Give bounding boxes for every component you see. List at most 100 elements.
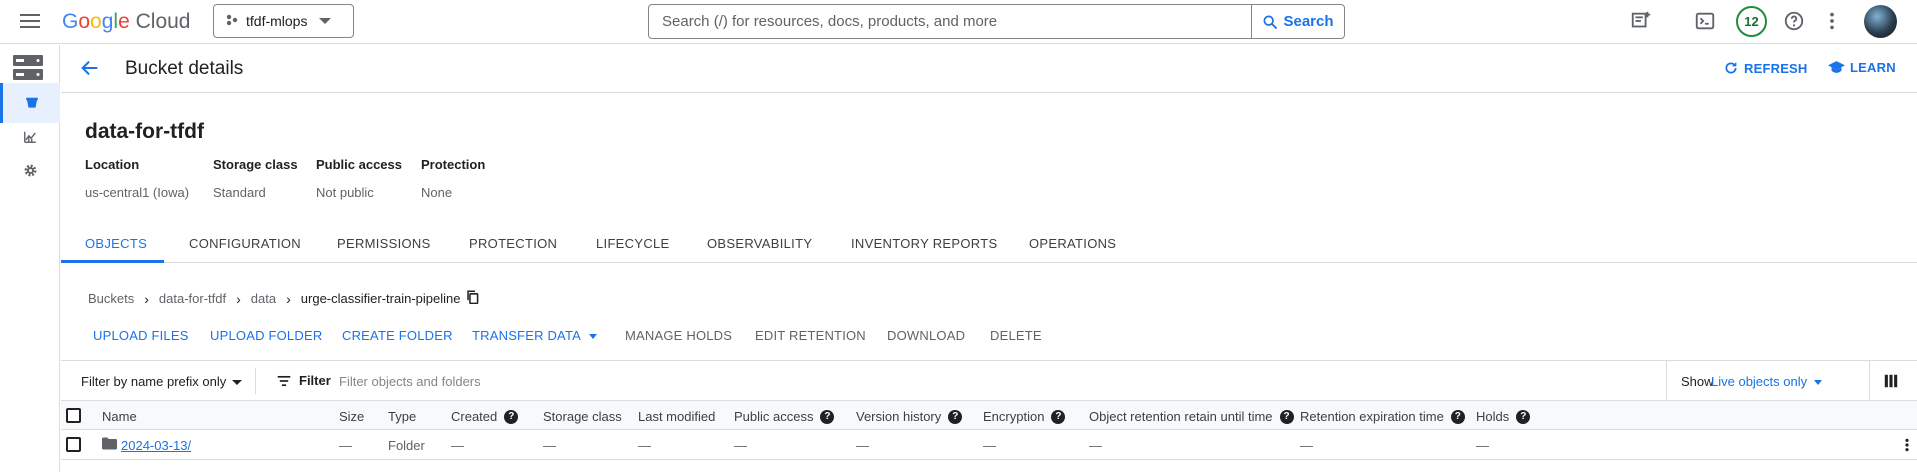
filter-icon [277,375,291,386]
row-more-vert-icon[interactable] [1899,437,1915,456]
back-arrow-icon[interactable] [79,57,101,82]
breadcrumb-item[interactable]: data-for-tfdf [159,291,226,306]
delete-button[interactable]: DELETE [990,328,1042,343]
col-encryption-label: Encryption [983,409,1045,424]
project-picker[interactable]: tfdf-mlops [213,4,354,38]
chart-icon [24,131,36,143]
cell-object-retention: — [1089,438,1102,453]
col-public-access[interactable]: Public access? [734,409,835,424]
filter-bar: Filter by name prefix only Filter Show L… [61,360,1917,401]
edit-retention-button[interactable]: EDIT RETENTION [755,328,866,343]
learn-button[interactable]: LEARN [1828,60,1896,75]
left-rail [0,45,60,472]
more-vert-icon[interactable] [1821,10,1845,34]
col-name[interactable]: Name [102,409,137,424]
download-button[interactable]: DOWNLOAD [887,328,965,343]
upload-folder-button[interactable]: UPLOAD FOLDER [210,328,322,343]
col-holds[interactable]: Holds? [1476,409,1531,424]
show-value: Live objects only [1711,374,1808,389]
col-version-history-label: Version history [856,409,942,424]
meta-value: Not public [316,185,374,200]
transfer-data-label: TRANSFER DATA [472,328,582,343]
breadcrumb-current: urge-classifier-train-pipeline [300,291,461,306]
help-icon[interactable]: ? [948,409,963,424]
meta-value: Standard [213,185,266,200]
help-icon[interactable]: ? [1450,409,1465,424]
storage-product-icon[interactable] [13,55,43,81]
breadcrumb-item[interactable]: data [251,291,276,306]
tab-operations[interactable]: OPERATIONS [1029,236,1116,251]
meta-label: Public access [316,157,402,172]
filter-button[interactable]: Filter [277,373,331,388]
cloud-shell-icon[interactable] [1694,10,1718,34]
tab-bar: OBJECTS CONFIGURATION PERMISSIONS PROTEC… [61,230,1917,263]
col-object-retention[interactable]: Object retention retain until time? [1089,409,1294,424]
folder-link[interactable]: 2024-03-13/ [121,438,191,453]
upload-files-button[interactable]: UPLOAD FILES [93,328,189,343]
meta-label: Protection [421,157,486,172]
tab-observability[interactable]: OBSERVABILITY [707,236,812,251]
show-dropdown[interactable]: Live objects only [1711,374,1823,389]
rail-item-settings[interactable] [0,150,60,190]
add-note-icon[interactable] [1630,10,1654,34]
help-icon[interactable]: ? [1516,409,1531,424]
cell-size: — [339,438,352,453]
chevron-right-icon: › [286,290,291,307]
meta-public-access: Public access Not public [316,157,402,200]
col-encryption[interactable]: Encryption? [983,409,1066,424]
cell-holds: — [1476,438,1489,453]
breadcrumb-item[interactable]: Buckets [88,291,134,306]
create-folder-button[interactable]: CREATE FOLDER [342,328,453,343]
row-checkbox[interactable] [66,437,81,452]
project-icon [226,14,238,29]
tab-configuration[interactable]: CONFIGURATION [189,236,301,251]
meta-label: Storage class [213,157,298,172]
tab-objects[interactable]: OBJECTS [85,236,147,251]
notifications-badge[interactable]: 12 [1736,6,1767,37]
manage-holds-button[interactable]: MANAGE HOLDS [625,328,732,343]
top-bar: Google Cloud tfdf-mlops Search 12 [0,0,1917,44]
help-icon[interactable]: ? [504,409,519,424]
copy-icon[interactable] [466,290,479,307]
col-storage-class[interactable]: Storage class [543,409,622,424]
avatar[interactable] [1864,5,1897,38]
tab-permissions[interactable]: PERMISSIONS [337,236,431,251]
refresh-button[interactable]: REFRESH [1723,60,1808,76]
col-type[interactable]: Type [388,409,416,424]
col-last-modified[interactable]: Last modified [638,409,715,424]
tab-lifecycle[interactable]: LIFECYCLE [596,236,670,251]
transfer-data-button[interactable]: TRANSFER DATA [472,328,598,343]
search-button-label: Search [1283,13,1334,30]
select-all-checkbox[interactable] [66,408,81,423]
bucket-name: data-for-tfdf [85,120,204,143]
cell-storage-class: — [543,438,556,453]
help-icon[interactable]: ? [1279,409,1294,424]
search-button[interactable]: Search [1251,5,1344,38]
filter-input[interactable] [339,367,1389,395]
folder-icon [102,437,117,453]
meta-label: Location [85,157,140,172]
col-version-history[interactable]: Version history? [856,409,963,424]
col-retention-expiration-label: Retention expiration time [1300,409,1444,424]
divider [255,368,256,394]
column-display-icon[interactable] [1884,374,1898,391]
col-created[interactable]: Created? [451,409,519,424]
help-icon[interactable]: ? [1051,409,1066,424]
tab-protection[interactable]: PROTECTION [469,236,557,251]
gear-icon [24,164,36,176]
filter-prefix-dropdown[interactable]: Filter by name prefix only [81,374,243,389]
table-row: 2024-03-13/ — Folder — — — — — — — — — [61,431,1917,460]
tab-inventory-reports[interactable]: INVENTORY REPORTS [851,236,997,251]
col-retention-expiration[interactable]: Retention expiration time? [1300,409,1465,424]
help-icon[interactable]: ? [820,409,835,424]
chevron-down-icon [319,18,332,24]
learn-label: LEARN [1850,60,1896,75]
bucket-icon [25,97,38,108]
main-menu-icon[interactable] [20,11,42,33]
chevron-down-icon [589,334,598,340]
cell-version-history: — [856,438,869,453]
col-size[interactable]: Size [339,409,364,424]
search-input[interactable] [649,5,1251,38]
google-cloud-logo[interactable]: Google Cloud [62,10,190,34]
help-icon[interactable] [1783,10,1807,34]
